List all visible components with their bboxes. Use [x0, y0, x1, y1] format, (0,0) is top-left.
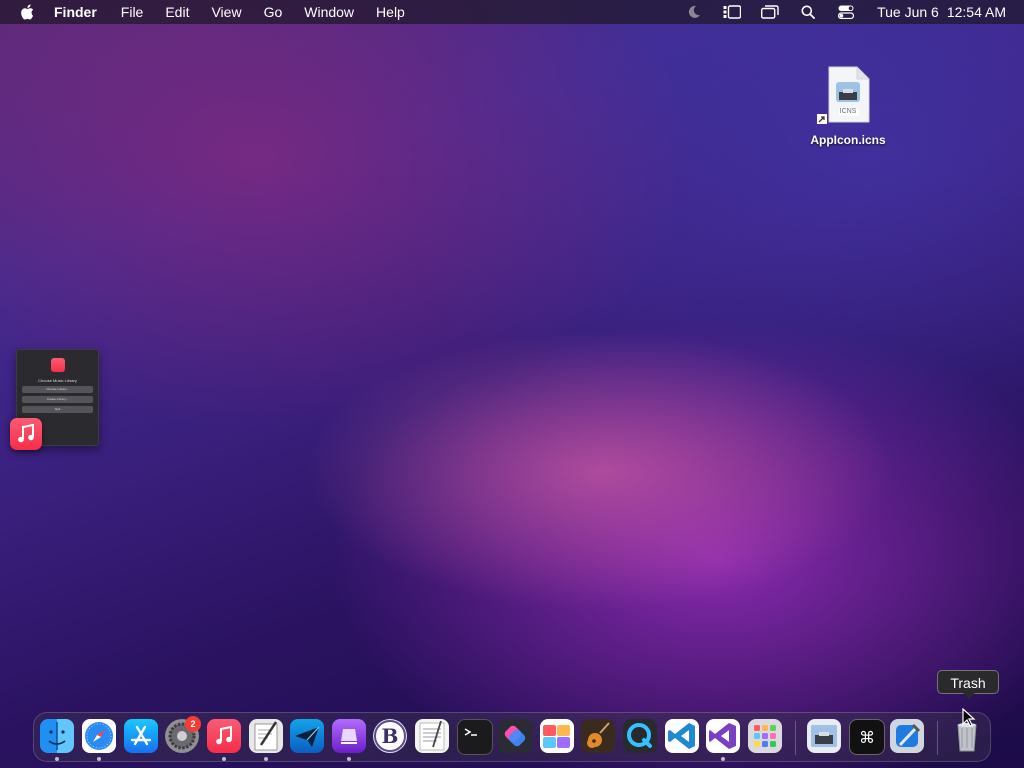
dock-preview-icon[interactable]	[807, 719, 841, 753]
control-center-icon[interactable]	[837, 4, 855, 20]
dock-safari-icon[interactable]	[82, 719, 116, 753]
stage-manager-icon[interactable]	[723, 4, 742, 20]
dock-quicktime-icon[interactable]	[623, 719, 657, 753]
menu-window[interactable]: Window	[304, 0, 354, 24]
choose-library-button[interactable]: Choose Library...	[22, 386, 93, 393]
mouse-cursor-icon	[962, 708, 976, 727]
running-indicator	[721, 757, 725, 761]
menu-file[interactable]: File	[121, 0, 144, 24]
dock-music-icon[interactable]	[207, 719, 241, 753]
desktop-file-appicon[interactable]: ICNS AppIcon.icns	[802, 66, 894, 147]
desktop-file-name: AppIcon.icns	[810, 133, 886, 147]
dock-xcode-icon[interactable]	[890, 719, 924, 753]
apple-logo-icon[interactable]	[20, 4, 34, 20]
dock-visual-studio-icon[interactable]	[706, 719, 740, 753]
clock-time: 12:54 AM	[946, 4, 1006, 20]
menu-go[interactable]: Go	[264, 0, 283, 24]
dock-command-key-icon[interactable]: ⌘	[849, 719, 885, 755]
dock-paper-plane-icon[interactable]	[290, 719, 324, 753]
focus-moon-icon[interactable]	[685, 4, 703, 20]
running-indicator	[55, 757, 59, 761]
running-indicator	[264, 757, 268, 761]
dock-script-editor-icon[interactable]	[249, 719, 283, 753]
dock-launchpad-icon[interactable]	[748, 719, 782, 753]
dock-vscode-icon[interactable]	[665, 719, 699, 753]
dialog-title: Choose Music Library	[38, 378, 77, 383]
dock: B ⌘	[33, 712, 991, 762]
music-mini-icon	[50, 358, 65, 372]
dock-icon-composer-icon[interactable]	[540, 719, 574, 753]
menu-app-name[interactable]: Finder	[54, 0, 97, 24]
dock-terminal-icon[interactable]	[457, 719, 493, 755]
dock-finder-icon[interactable]	[40, 719, 74, 753]
tooltip-arrow	[963, 693, 975, 699]
dock-guitar-icon[interactable]	[581, 719, 615, 753]
screen-mirroring-icon[interactable]	[761, 4, 779, 20]
create-library-button[interactable]: Create Library...	[22, 396, 93, 403]
dock-shortcuts-icon[interactable]	[498, 719, 532, 753]
icns-file-icon: ICNS	[817, 66, 871, 124]
dock-textedit-icon[interactable]	[415, 719, 449, 753]
menu-bar: Finder File Edit View Go Window Help Tue…	[0, 0, 1024, 24]
menu-help[interactable]: Help	[376, 0, 405, 24]
file-type-label: ICNS	[839, 108, 857, 115]
music-app-icon[interactable]	[10, 418, 42, 450]
dock-bbedit-icon[interactable]: B	[373, 719, 407, 753]
spotlight-search-icon[interactable]	[799, 4, 817, 20]
clock-date: Tue Jun 6	[877, 4, 939, 20]
quit-button[interactable]: Quit	[22, 406, 93, 413]
dock-separator	[795, 721, 796, 755]
running-indicator	[222, 757, 226, 761]
running-indicator	[97, 757, 101, 761]
notification-badge: 2	[185, 716, 201, 732]
svg-text:B: B	[382, 724, 399, 748]
running-indicator	[347, 757, 351, 761]
dock-separator	[937, 721, 938, 755]
dock-tooltip: Trash	[937, 670, 999, 694]
menu-edit[interactable]: Edit	[165, 0, 189, 24]
alias-arrow-icon	[817, 114, 827, 124]
menu-view[interactable]: View	[211, 0, 241, 24]
dock-purple-app-icon[interactable]	[332, 719, 366, 753]
dock-app-store-icon[interactable]	[124, 719, 158, 753]
menubar-clock[interactable]: Tue Jun 6 12:54 AM	[877, 4, 1006, 20]
